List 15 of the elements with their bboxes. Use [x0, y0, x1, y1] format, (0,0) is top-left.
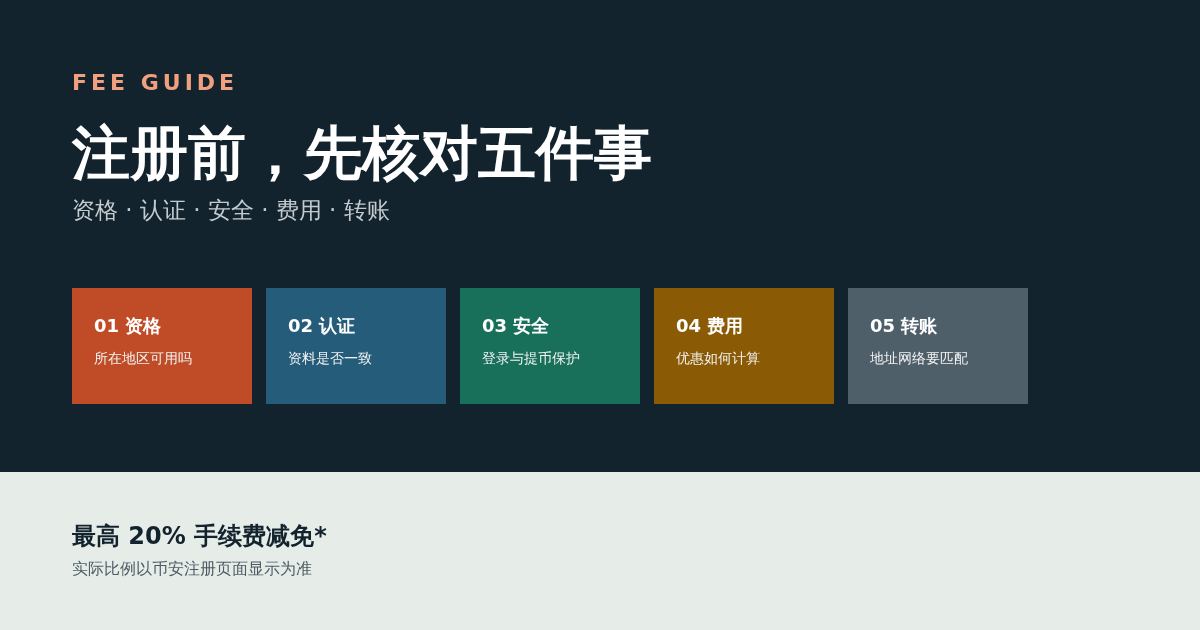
card-text: 优惠如何计算 — [676, 349, 760, 368]
headline: 注册前，先核对五件事 — [72, 118, 652, 188]
card-text: 登录与提币保护 — [482, 349, 580, 368]
footer-note: 实际比例以币安注册页面显示为准 — [72, 558, 312, 580]
card-text: 所在地区可用吗 — [94, 349, 192, 368]
card-text: 资料是否一致 — [288, 349, 372, 368]
subtitle: 资格 · 认证 · 安全 · 费用 · 转账 — [72, 196, 390, 225]
card-title: 02 认证 — [288, 314, 356, 338]
card-title: 01 资格 — [94, 314, 162, 338]
footer-heading: 最高 20% 手续费减免* — [72, 521, 327, 552]
card-text: 地址网络要匹配 — [870, 349, 968, 368]
kicker-text: FEE GUIDE — [72, 69, 239, 97]
card-title: 05 转账 — [870, 314, 938, 338]
card-title: 03 安全 — [482, 314, 550, 338]
card-title: 04 费用 — [676, 314, 744, 338]
